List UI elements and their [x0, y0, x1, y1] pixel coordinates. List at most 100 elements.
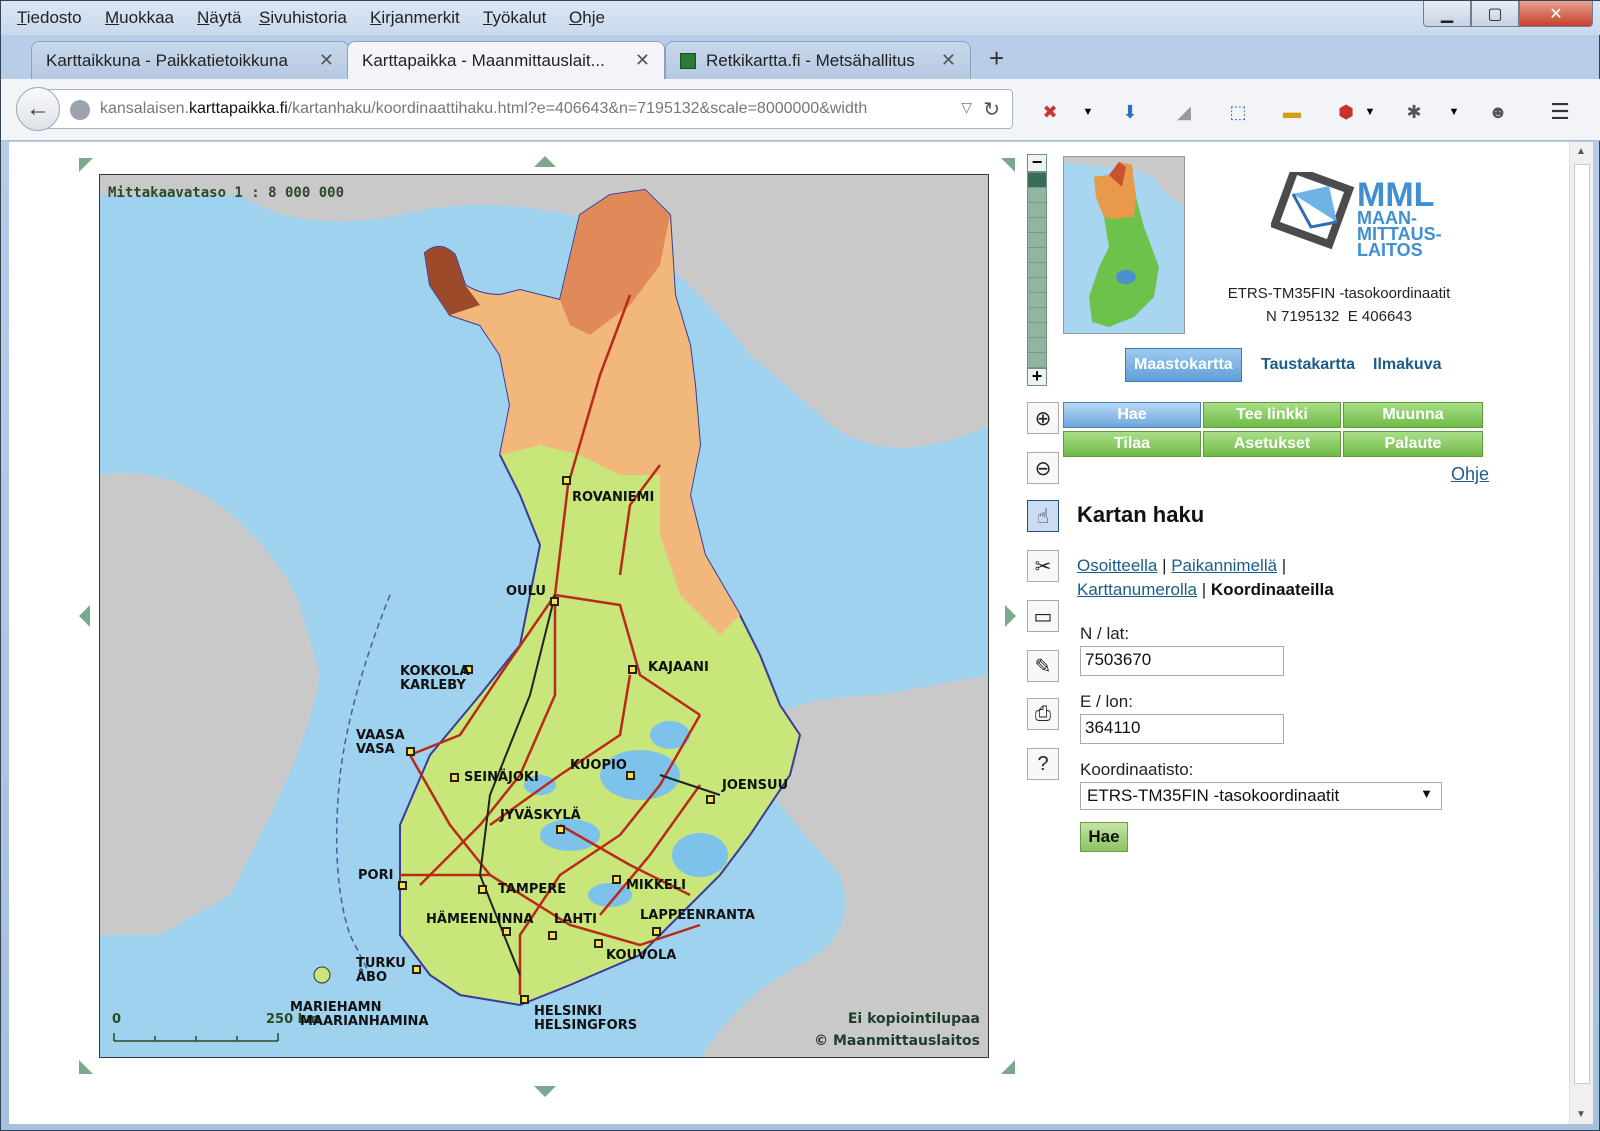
tab-retkikartta[interactable]: Retkikartta.fi - Metsähallitus ✕	[665, 41, 971, 79]
cursor-select-icon[interactable]: ⬚	[1225, 101, 1251, 123]
vertical-scrollbar[interactable]: ▲ ▼	[1569, 142, 1593, 1124]
search-by-address-link[interactable]: Osoitteella	[1077, 556, 1157, 575]
maximize-button[interactable]: ▢	[1471, 1, 1519, 27]
ruler-icon[interactable]: ▬	[1279, 101, 1305, 123]
zoom-level[interactable]	[1028, 218, 1046, 233]
coordinate-system-select[interactable]: ETRS-TM35FIN -tasokoordinaatit ▼	[1080, 782, 1442, 810]
zoom-level-selected[interactable]	[1028, 173, 1046, 188]
search-method-links: Osoitteella | Paikannimellä | Karttanume…	[1077, 554, 1377, 602]
tab-close-icon[interactable]: ✕	[635, 50, 650, 71]
print-tool[interactable]: ⎙	[1027, 698, 1059, 730]
search-by-mapnumber-link[interactable]: Karttanumerolla	[1077, 580, 1197, 599]
menu-history[interactable]: Sivuhistoria	[259, 8, 347, 28]
url-bar[interactable]: ← kansalaisen.karttapaikka.fi/kartanhaku…	[16, 87, 1013, 131]
search-by-placename-link[interactable]: Paikannimellä	[1171, 556, 1277, 575]
help-link[interactable]: Ohje	[1451, 464, 1489, 485]
minimize-button[interactable]: ▁	[1423, 1, 1471, 27]
zoom-level[interactable]	[1028, 203, 1046, 218]
zoom-slider[interactable]	[1027, 172, 1047, 372]
url-path: /kartanhaku/koordinaattihaku.html?e=4066…	[287, 100, 868, 117]
scroll-up-icon[interactable]: ▲	[1576, 146, 1586, 157]
palaute-button[interactable]: Palaute	[1343, 431, 1483, 457]
pan-hand-tool[interactable]: ☝	[1027, 500, 1059, 532]
hamburger-menu-icon[interactable]: ☰	[1547, 99, 1573, 124]
pan-southeast-icon[interactable]	[1001, 1060, 1015, 1074]
tee-linkki-button[interactable]: Tee linkki	[1203, 402, 1341, 428]
chevron-down-icon[interactable]: ▼	[1075, 101, 1101, 123]
tab-karttapaikka[interactable]: Karttapaikka - Maanmittauslait... ✕	[347, 41, 665, 79]
pan-south-icon[interactable]	[534, 1086, 556, 1097]
zoom-level[interactable]	[1028, 278, 1046, 293]
info-tool[interactable]: ?	[1027, 748, 1059, 780]
city-marker	[594, 939, 603, 948]
zoom-level[interactable]	[1028, 248, 1046, 263]
compass-icon: ✂	[1034, 555, 1052, 578]
submit-search-button[interactable]: Hae	[1080, 822, 1128, 852]
menu-tools[interactable]: Työkalut	[483, 8, 546, 28]
asetukset-button[interactable]: Asetukset	[1203, 431, 1341, 457]
scrollbar-thumb[interactable]	[1574, 164, 1590, 1084]
tab-paikkatietoikkuna[interactable]: Karttaikkuna - Paikkatietoikkuna ✕	[31, 41, 349, 79]
close-window-button[interactable]: ✕	[1519, 1, 1593, 27]
muunna-button[interactable]: Muunna	[1343, 402, 1483, 428]
pan-southwest-icon[interactable]	[79, 1060, 93, 1074]
tilaa-button[interactable]: Tilaa	[1063, 431, 1201, 457]
zoom-level[interactable]	[1028, 263, 1046, 278]
city-marker	[706, 795, 715, 804]
pan-northeast-icon[interactable]	[1001, 158, 1015, 172]
globe-icon[interactable]	[70, 100, 90, 120]
url-text[interactable]: kansalaisen.karttapaikka.fi/kartanhaku/k…	[100, 100, 970, 118]
send-icon[interactable]: ◢	[1171, 101, 1197, 123]
e-lon-input[interactable]: 364110	[1080, 714, 1284, 744]
zoom-level[interactable]	[1028, 308, 1046, 323]
reload-icon[interactable]: ↻	[983, 97, 1000, 122]
overview-map[interactable]	[1063, 156, 1185, 334]
pan-west-icon[interactable]	[79, 605, 90, 627]
layer-maastokartta-button[interactable]: Maastokartta	[1125, 348, 1242, 382]
zoom-level[interactable]	[1028, 338, 1046, 353]
pan-northwest-icon[interactable]	[79, 158, 93, 172]
city-label: SEINÄJOKI	[464, 770, 539, 785]
zoom-level[interactable]	[1028, 323, 1046, 338]
back-button[interactable]: ←	[16, 87, 60, 131]
menu-help[interactable]: Ohje	[569, 8, 605, 28]
city-label: MAARIANHAMINA	[300, 1014, 429, 1029]
url-dropdown-icon[interactable]: ▽	[961, 99, 972, 116]
city-marker	[652, 927, 661, 936]
zoom-level[interactable]	[1028, 233, 1046, 248]
chat-icon[interactable]: ☻	[1485, 101, 1511, 123]
pan-north-icon[interactable]	[534, 156, 556, 167]
zoom-in-step-button[interactable]: +	[1027, 367, 1047, 386]
city-marker	[556, 825, 565, 834]
zoom-out-tool[interactable]: ⊖	[1027, 452, 1059, 484]
zoom-in-tool[interactable]: ⊕	[1027, 402, 1059, 434]
download-icon[interactable]: ⬇	[1117, 101, 1143, 123]
layer-taustakartta-link[interactable]: Taustakartta	[1253, 348, 1363, 382]
tab-close-icon[interactable]: ✕	[319, 50, 334, 71]
blocker-icon[interactable]: ✖	[1037, 101, 1063, 123]
adblock-icon[interactable]: ⬢	[1333, 101, 1359, 123]
pan-east-icon[interactable]	[1005, 605, 1016, 627]
ruler-tool[interactable]: ▭	[1027, 600, 1059, 632]
menu-file[interactable]: Tiedosto	[17, 8, 82, 28]
clear-tool[interactable]: ✎	[1027, 650, 1059, 682]
help-icon: ?	[1037, 752, 1049, 775]
n-lat-input[interactable]: 7503670	[1080, 646, 1284, 676]
tab-close-icon[interactable]: ✕	[941, 50, 956, 71]
layer-ilmakuva-link[interactable]: Ilmakuva	[1365, 348, 1449, 382]
zoom-level[interactable]	[1028, 293, 1046, 308]
menu-view[interactable]: Näytä	[197, 8, 241, 28]
chevron-down-icon[interactable]: ▼	[1441, 101, 1467, 123]
hae-tab-button[interactable]: Hae	[1063, 402, 1201, 428]
city-label: VAASA	[356, 728, 405, 743]
scroll-down-icon[interactable]: ▼	[1576, 1109, 1586, 1120]
measure-tool[interactable]: ✂	[1027, 550, 1059, 582]
zoom-level[interactable]	[1028, 188, 1046, 203]
zoom-out-step-button[interactable]: −	[1027, 153, 1047, 172]
map-view[interactable]: Mittakaavataso 1 : 8 000 000 Ei kopioint…	[99, 174, 989, 1058]
chevron-down-icon[interactable]: ▼	[1357, 101, 1383, 123]
menu-edit[interactable]: Muokkaa	[105, 8, 174, 28]
bug-icon[interactable]: ✱	[1401, 101, 1427, 123]
new-tab-button[interactable]: +	[989, 43, 1004, 74]
menu-bookmarks[interactable]: Kirjanmerkit	[370, 8, 460, 28]
